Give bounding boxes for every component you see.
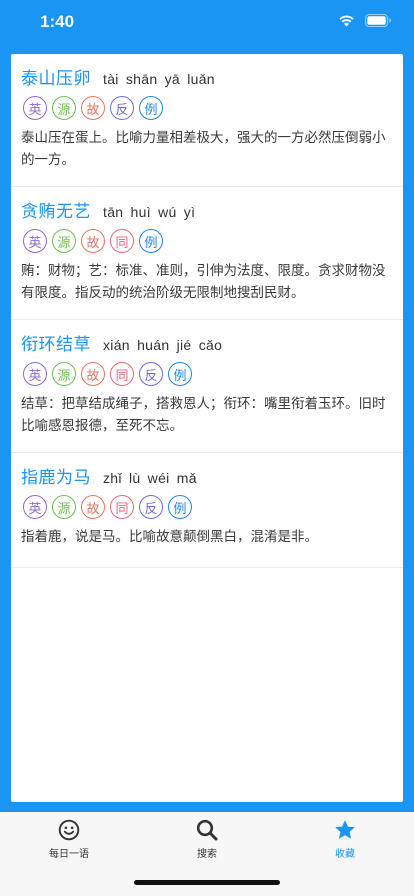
tag-antonym[interactable]: 反 [110, 96, 134, 120]
tag-source[interactable]: 源 [52, 229, 76, 253]
idiom-title: 衔环结草 [21, 335, 91, 355]
idiom-entry[interactable]: 泰山压卵 tài shān yā luǎn 英 源 故 反 例 泰山压在蛋上。比… [11, 54, 403, 187]
tag-english[interactable]: 英 [23, 229, 47, 253]
tab-favorites[interactable]: 收藏 [276, 812, 414, 896]
tag-story[interactable]: 故 [81, 96, 105, 120]
tag-synonym[interactable]: 同 [110, 362, 134, 386]
tag-row: 英 源 故 同 反 例 [21, 362, 393, 386]
idiom-description: 指着鹿，说是马。比喻故意颠倒黑白，混淆是非。 [21, 529, 318, 545]
status-icons [338, 14, 392, 27]
idiom-pinyin: zhǐ lù wéi mǎ [103, 470, 197, 486]
tag-antonym[interactable]: 反 [139, 495, 163, 519]
tag-english[interactable]: 英 [23, 96, 47, 120]
tag-row: 英 源 故 同 例 [21, 229, 393, 253]
tag-english[interactable]: 英 [23, 495, 47, 519]
idiom-description: 结草：把草结成绳子，搭救恩人；衔环：嘴里衔着玉环。旧时比喻感恩报德，至死不忘。 [21, 396, 386, 434]
tag-example[interactable]: 例 [168, 495, 192, 519]
idiom-pinyin: xián huán jié cǎo [103, 337, 223, 353]
tag-story[interactable]: 故 [81, 362, 105, 386]
tag-example[interactable]: 例 [139, 229, 163, 253]
tab-label: 每日一语 [49, 849, 89, 860]
idiom-title: 贪贿无艺 [21, 202, 91, 222]
tag-story[interactable]: 故 [81, 229, 105, 253]
status-time: 1:40 [40, 12, 75, 31]
idiom-list: 泰山压卵 tài shān yā luǎn 英 源 故 反 例 泰山压在蛋上。比… [11, 54, 403, 802]
tag-synonym[interactable]: 同 [110, 229, 134, 253]
tag-antonym[interactable]: 反 [139, 362, 163, 386]
tag-source[interactable]: 源 [52, 362, 76, 386]
idiom-pinyin: tān huì wú yì [103, 204, 196, 220]
tab-label: 收藏 [335, 849, 355, 860]
idiom-entry[interactable]: 指鹿为马 zhǐ lù wéi mǎ 英 源 故 同 反 例 指着鹿，说是马。比… [11, 453, 403, 568]
tag-row: 英 源 故 反 例 [21, 96, 393, 120]
idiom-entry[interactable]: 贪贿无艺 tān huì wú yì 英 源 故 同 例 贿：财物；艺：标准、准… [11, 187, 403, 320]
tag-english[interactable]: 英 [23, 362, 47, 386]
tab-daily[interactable]: 每日一语 [0, 812, 138, 896]
tag-source[interactable]: 源 [52, 495, 76, 519]
idiom-description: 贿：财物；艺：标准、准则，引伸为法度、限度。贪求财物没有限度。指反动的统治阶级无… [21, 263, 386, 301]
tag-synonym[interactable]: 同 [110, 495, 134, 519]
star-icon [335, 820, 355, 839]
idiom-pinyin: tài shān yā luǎn [103, 71, 215, 87]
idiom-entry[interactable]: 衔环结草 xián huán jié cǎo 英 源 故 同 反 例 结草：把草… [11, 320, 403, 453]
tag-example[interactable]: 例 [139, 96, 163, 120]
idiom-title: 指鹿为马 [21, 468, 91, 488]
tag-example[interactable]: 例 [168, 362, 192, 386]
smiley-icon [58, 819, 80, 841]
tag-row: 英 源 故 同 反 例 [21, 495, 393, 519]
battery-icon [365, 14, 391, 27]
tag-source[interactable]: 源 [52, 96, 76, 120]
tab-label: 搜索 [197, 849, 217, 860]
search-icon [196, 819, 218, 841]
wifi-icon [339, 15, 354, 27]
status-bar: 1:40 [0, 0, 414, 48]
idiom-description: 泰山压在蛋上。比喻力量相差极大，强大的一方必然压倒弱小的一方。 [21, 130, 386, 168]
idiom-title: 泰山压卵 [21, 69, 91, 89]
home-indicator [134, 880, 280, 885]
tag-story[interactable]: 故 [81, 495, 105, 519]
